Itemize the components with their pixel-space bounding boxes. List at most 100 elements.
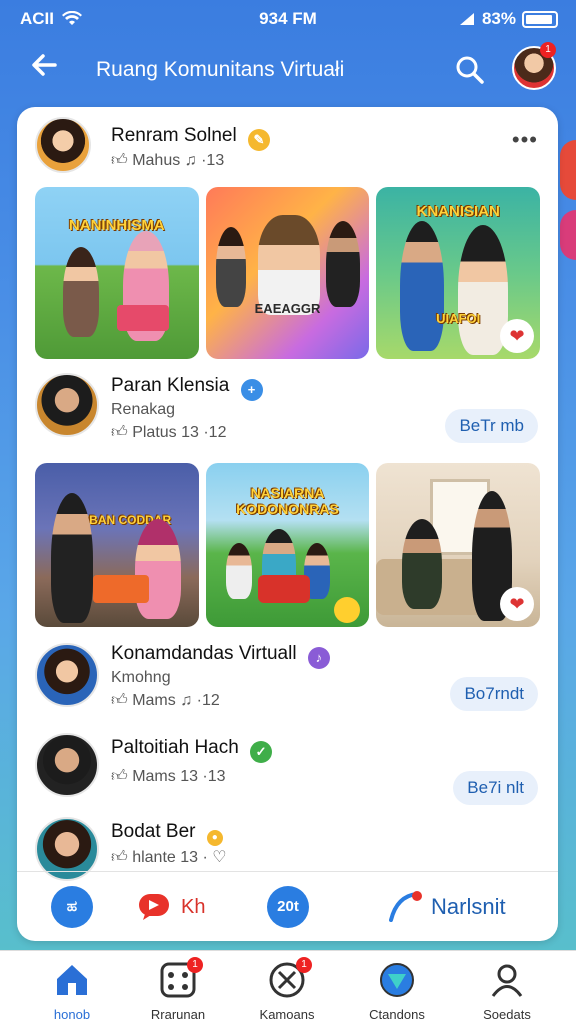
like-icon[interactable]: 👍︎ bbox=[111, 768, 128, 785]
image-label: NASIARNA KODONONRAS bbox=[236, 485, 339, 517]
battery-icon bbox=[522, 10, 558, 28]
person-figure bbox=[402, 519, 443, 609]
post-image[interactable]: KONBAN CODDAR bbox=[35, 463, 199, 627]
avatar[interactable] bbox=[35, 643, 99, 707]
back-button[interactable] bbox=[24, 50, 64, 90]
like-icon[interactable]: 👍︎ bbox=[111, 849, 128, 866]
meta-text: hlante 13 · bbox=[132, 849, 208, 866]
post-meta: 👍︎ Mams 13 ·13 bbox=[111, 767, 226, 786]
post-action-button[interactable]: Bo7rndt bbox=[450, 677, 538, 711]
image-label: NANINHISMA bbox=[68, 217, 165, 234]
post-image[interactable]: NANINHISMA bbox=[35, 187, 199, 359]
post-image[interactable]: KNANISIAN UIAFOI ❤ bbox=[376, 187, 541, 359]
action-share[interactable]: Narlsnit bbox=[387, 886, 506, 928]
person-figure bbox=[257, 215, 320, 315]
post-item: Bodat Ber ● 👍︎ hlante 13 · ♡ bbox=[17, 813, 558, 881]
bottom-navigation: honob 1 Rrarunan 1 Kamoans Ctandons Soed… bbox=[0, 950, 576, 1024]
image-row: KONBAN CODDAR NASIARNA KODONONRAS ❤ bbox=[35, 463, 541, 627]
avatar[interactable] bbox=[35, 373, 99, 437]
person-figure bbox=[135, 519, 181, 619]
verified-badge-icon: ✎ bbox=[247, 129, 270, 151]
post-image[interactable]: ❤ bbox=[376, 463, 541, 627]
video-bubble-icon bbox=[139, 894, 169, 920]
post-author[interactable]: Paran Klensia + bbox=[111, 375, 263, 401]
gift-box bbox=[117, 305, 169, 331]
heart-icon[interactable]: ❤ bbox=[500, 587, 535, 621]
action-label: Narlsnit bbox=[431, 894, 506, 919]
person-icon bbox=[488, 961, 526, 999]
notification-badge: 1 bbox=[540, 42, 556, 58]
post-meta: 👍︎ Mahus ♫ ·13 bbox=[111, 151, 224, 170]
author-name: Paltoitiah Hach bbox=[111, 737, 239, 758]
post-item: Paltoitiah Hach ✓ 👍︎ Mams 13 ·13 Be7i nl… bbox=[17, 729, 558, 805]
like-icon[interactable]: 👍︎ bbox=[111, 152, 128, 169]
verified-badge-icon: ♪ bbox=[307, 647, 330, 669]
verified-badge-icon: ✓ bbox=[250, 741, 273, 763]
toy-car bbox=[257, 575, 310, 603]
post-meta: 👍︎ Platus 13 ·12 bbox=[111, 423, 226, 442]
play-icon[interactable] bbox=[333, 597, 360, 623]
heart-icon[interactable]: ❤ bbox=[500, 319, 535, 353]
nav-label: Ctandons bbox=[369, 1007, 425, 1022]
meta-text: Mams ♫ ·12 bbox=[132, 692, 220, 709]
post-meta: 👍︎ hlante 13 · ♡ bbox=[111, 847, 227, 867]
nav-explore[interactable]: 1 Kamoans bbox=[232, 957, 342, 1022]
image-row: NANINHISMA EAEAGGR KNANISIAN UIAFOI ❤ bbox=[35, 187, 541, 359]
heart-outline-icon[interactable]: ♡ bbox=[212, 849, 226, 866]
status-bar: ACII 934 FM 83% bbox=[0, 0, 576, 36]
person-figure bbox=[63, 247, 99, 337]
post-action-button[interactable]: BeTr mb bbox=[445, 409, 538, 443]
meta-text: Platus 13 ·12 bbox=[132, 424, 227, 441]
home-icon bbox=[53, 961, 91, 999]
action-video[interactable]: Kh bbox=[137, 886, 205, 928]
verified-badge-icon: + bbox=[240, 379, 263, 401]
post-author[interactable]: Paltoitiah Hach ✓ bbox=[111, 737, 273, 763]
nav-label: Soedats bbox=[483, 1007, 531, 1022]
side-decoration bbox=[560, 140, 576, 200]
meta-text: Mams 13 ·13 bbox=[132, 768, 226, 785]
nav-groups[interactable]: Ctandons bbox=[342, 961, 452, 1022]
meta-text: Mahus ♫ ·13 bbox=[132, 152, 225, 169]
nav-profile[interactable]: Soedats bbox=[452, 961, 562, 1022]
nav-home[interactable]: honob bbox=[17, 961, 127, 1022]
post-image[interactable]: NASIARNA KODONONRAS bbox=[205, 463, 370, 627]
page-title: Ruang Komunitans Virtuałi bbox=[96, 58, 345, 81]
post-item: Paran Klensia + Renakag 👍︎ Platus 13 ·12… bbox=[17, 369, 558, 449]
nav-label: Kamoans bbox=[259, 1007, 315, 1022]
image-label: KNANISIAN bbox=[416, 203, 500, 220]
post-item: Renram Solnel ✎ 👍︎ Mahus ♫ ·13 ••• bbox=[17, 107, 558, 177]
author-name: Konamdandas Virtuall bbox=[111, 643, 297, 664]
avatar[interactable] bbox=[35, 117, 91, 173]
post-item: Konamdandas Virtuall ♪ Kmohng 👍︎ Mams ♫ … bbox=[17, 637, 558, 717]
action-label: Kh bbox=[181, 895, 206, 918]
author-name: Bodat Ber bbox=[111, 821, 196, 842]
message-bubble-icon: 20t bbox=[267, 886, 309, 928]
like-icon[interactable]: 👍︎ bbox=[111, 692, 128, 709]
nav-games[interactable]: 1 Rrarunan bbox=[123, 957, 233, 1022]
author-name: Paran Klensia bbox=[111, 375, 230, 396]
person-figure bbox=[325, 221, 360, 307]
dice-icon: 1 bbox=[159, 957, 203, 999]
post-author[interactable]: Konamdandas Virtuall ♪ bbox=[111, 643, 330, 669]
nav-label: honob bbox=[53, 1007, 91, 1022]
more-options-button[interactable]: ••• bbox=[512, 127, 538, 153]
post-author[interactable]: Renram Solnel ✎ bbox=[111, 125, 270, 151]
person-figure bbox=[51, 493, 93, 623]
post-image[interactable]: EAEAGGR bbox=[205, 187, 370, 359]
person-figure bbox=[400, 221, 445, 351]
search-icon bbox=[456, 56, 484, 84]
feed-card: Renram Solnel ✎ 👍︎ Mahus ♫ ·13 ••• NANIN… bbox=[17, 107, 558, 941]
action-chat[interactable]: ಹ bbox=[51, 886, 93, 928]
image-label: EAEAGGR bbox=[254, 301, 321, 316]
post-action-button[interactable]: Be7i nlt bbox=[453, 771, 538, 805]
post-subtitle: Kmohng bbox=[111, 669, 171, 686]
app-header: Ruang Komunitans Virtuałi 1 bbox=[0, 40, 576, 102]
verified-badge-icon: ● bbox=[206, 830, 223, 846]
person-figure bbox=[215, 227, 246, 307]
post-author[interactable]: Bodat Ber ● bbox=[111, 821, 223, 846]
avatar[interactable] bbox=[35, 733, 99, 797]
quick-action-bar: ಹ Kh 20t Narlsnit bbox=[17, 871, 558, 941]
like-icon[interactable]: 👍︎ bbox=[111, 424, 128, 441]
search-button[interactable] bbox=[454, 54, 490, 90]
action-message[interactable]: 20t bbox=[267, 886, 309, 928]
